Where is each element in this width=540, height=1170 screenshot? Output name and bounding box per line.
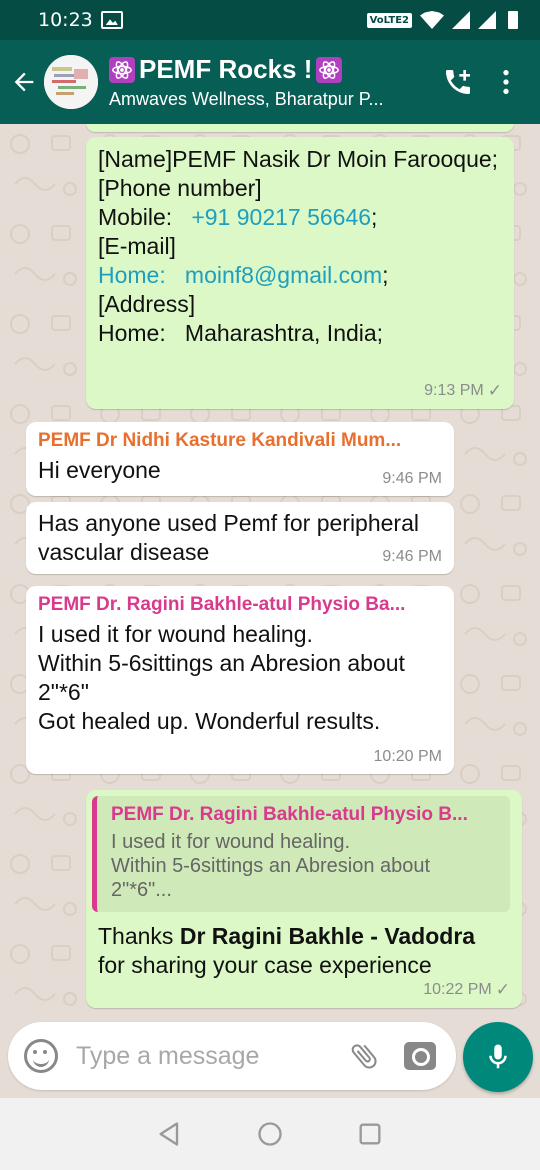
message-reply[interactable]: PEMF Dr. Ragini Bakhle-atul Physio B... …	[86, 790, 522, 1008]
emoji-icon[interactable]	[24, 1039, 58, 1073]
gallery-notification-icon	[100, 11, 123, 29]
phone-link[interactable]: +91 90217 56646	[191, 204, 371, 230]
message-contact-card[interactable]: [Name]PEMF Nasik Dr Moin Farooque; [Phon…	[86, 137, 514, 409]
message-meta: 9:13 PM ✓	[424, 381, 502, 401]
header-title-block[interactable]: PEMF Rocks ! Amwaves Wellness, Bharatpur…	[109, 54, 434, 110]
sent-tick-icon: ✓	[495, 980, 510, 999]
status-bar: 10:23 VoLTE2	[0, 0, 540, 40]
message-time: 9:46 PM	[382, 470, 442, 487]
message-sender[interactable]: PEMF Dr Nidhi Kasture Kandivali Mum...	[38, 430, 442, 452]
previous-message-edge	[86, 124, 514, 132]
nav-recents-icon[interactable]	[356, 1120, 384, 1148]
contact-address-header: [Address]	[98, 291, 196, 317]
group-title: PEMF Rocks !	[109, 54, 434, 85]
message-line: Got healed up. Wonderful results.	[38, 708, 381, 734]
home-label: Home:	[98, 262, 166, 288]
group-members: Amwaves Wellness, Bharatpur P...	[109, 89, 384, 109]
nav-home-icon[interactable]	[256, 1120, 284, 1148]
message-incoming[interactable]: PEMF Dr Nidhi Kasture Kandivali Mum... H…	[26, 422, 454, 496]
message-text: Thanks Dr Ragini Bakhle - Vadodra for sh…	[92, 922, 510, 980]
message-time: 10:20 PM	[373, 748, 442, 765]
message-meta: 10:20 PM	[374, 748, 442, 766]
quoted-line: I used it for wound healing.	[111, 831, 351, 853]
chat-header: PEMF Rocks ! Amwaves Wellness, Bharatpur…	[0, 40, 540, 124]
paperclip-icon	[351, 1044, 377, 1069]
contact-address-line: Home: Maharashtra, India;	[98, 320, 384, 346]
signal-icon-2	[478, 11, 496, 29]
message-incoming[interactable]: PEMF Dr. Ragini Bakhle-atul Physio Ba...…	[26, 586, 454, 774]
system-nav-bar	[0, 1098, 540, 1170]
atom-emoji-icon	[109, 56, 135, 83]
message-time: 9:13 PM	[424, 382, 484, 399]
contact-email-header: [E-mail]	[98, 233, 176, 259]
contact-email-line: Home: moinf8@gmail.com;	[98, 262, 389, 288]
quoted-sender: PEMF Dr. Ragini Bakhle-atul Physio B...	[111, 804, 468, 825]
status-time: 10:23	[38, 9, 93, 31]
message-text: [Name]PEMF Nasik Dr Moin Farooque; [Phon…	[98, 145, 502, 348]
microphone-icon	[489, 1044, 507, 1069]
message-time: 10:22 PM	[423, 981, 492, 998]
reply-text-pre: Thanks	[98, 923, 180, 949]
wifi-icon	[420, 11, 444, 29]
message-line: Within 5-6sittings an Abresion about 2"*…	[38, 650, 405, 705]
avatar-image	[44, 55, 98, 109]
more-vert-icon	[503, 70, 509, 94]
message-time: 9:46 PM	[382, 548, 442, 565]
message-line: I used it for wound healing.	[38, 621, 313, 647]
message-composer: Type a message	[8, 1022, 456, 1090]
group-avatar[interactable]	[44, 55, 98, 109]
message-meta: 9:46 PM	[382, 548, 442, 566]
volte-badge: VoLTE2	[366, 12, 412, 28]
attach-button[interactable]	[346, 1038, 382, 1074]
sent-tick-icon: ✓	[487, 381, 502, 400]
status-icons: VoLTE2	[366, 11, 524, 29]
battery-icon	[508, 11, 518, 29]
reply-text-bold: Dr Ragini Bakhle - Vadodra	[179, 923, 476, 949]
add-call-button[interactable]	[434, 58, 482, 106]
quoted-line: 2"*6"...	[111, 879, 172, 901]
quoted-message[interactable]: PEMF Dr. Ragini Bakhle-atul Physio B... …	[92, 796, 510, 912]
add-call-icon	[446, 70, 470, 94]
message-sender[interactable]: PEMF Dr. Ragini Bakhle-atul Physio Ba...	[38, 594, 442, 616]
message-text: I used it for wound healing. Within 5-6s…	[38, 620, 442, 736]
group-title-text: PEMF Rocks !	[139, 54, 313, 84]
email-link[interactable]: moinf8@gmail.com	[185, 262, 382, 288]
message-meta: 9:46 PM	[382, 470, 442, 488]
quoted-line: Within 5-6sittings an Abresion about	[111, 855, 431, 877]
arrow-left-icon	[14, 72, 34, 92]
mobile-label: Mobile:	[98, 204, 173, 230]
message-text: Has anyone used Pemf for peripheral vasc…	[38, 510, 419, 565]
contact-name-line: [Name]PEMF Nasik Dr Moin Farooque;	[98, 146, 499, 172]
message-input[interactable]: Type a message	[76, 1042, 346, 1071]
contact-mobile-line: Mobile: +91 90217 56646;	[98, 204, 378, 230]
atom-emoji-icon-2	[316, 56, 343, 83]
nav-back-icon[interactable]	[156, 1120, 184, 1148]
back-button[interactable]	[2, 60, 46, 104]
message-incoming[interactable]: Has anyone used Pemf for peripheral vasc…	[26, 502, 454, 574]
signal-icon	[452, 11, 470, 29]
voice-record-button[interactable]	[463, 1022, 533, 1092]
reply-text-post: for sharing your case experience	[98, 952, 432, 978]
more-options-button[interactable]	[482, 58, 530, 106]
chat-area[interactable]: [Name]PEMF Nasik Dr Moin Farooque; [Phon…	[0, 124, 540, 1020]
camera-icon[interactable]	[404, 1042, 436, 1070]
message-text: Hi everyone	[38, 457, 161, 483]
contact-phone-header: [Phone number]	[98, 175, 262, 201]
message-meta: 10:22 PM ✓	[423, 980, 510, 1000]
